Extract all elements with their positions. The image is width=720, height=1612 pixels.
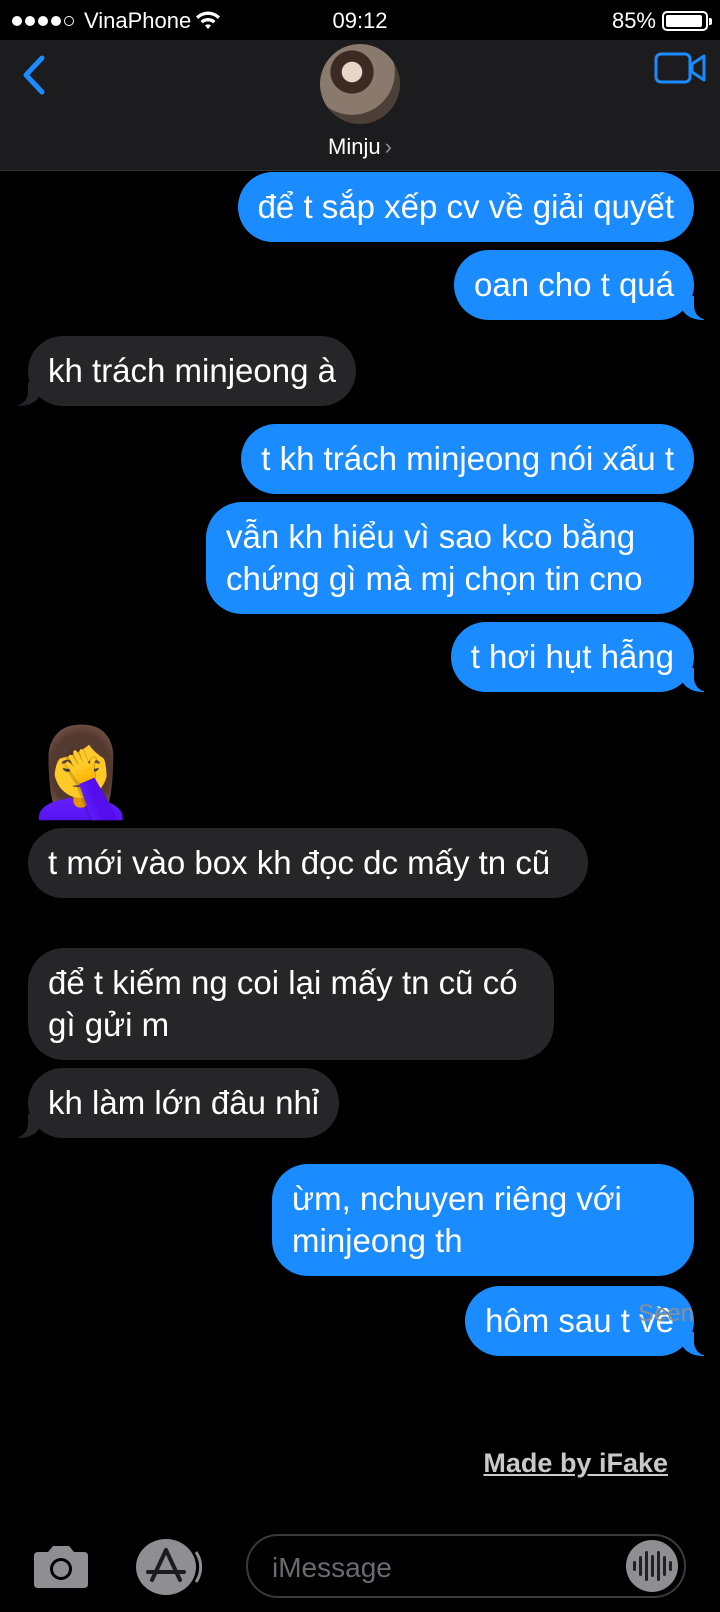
- conversation-header: Minju ›: [0, 40, 720, 171]
- app-store-icon[interactable]: [134, 1538, 202, 1596]
- message-bubble-incoming[interactable]: kh làm lớn đâu nhỉ: [5, 1068, 340, 1138]
- message-bubble-outgoing[interactable]: oan cho t quá: [454, 250, 716, 320]
- message-bubble-outgoing[interactable]: để t sắp xếp cv về giải quyết: [237, 172, 694, 242]
- facepalm-emoji-message[interactable]: 🤦‍♀️: [26, 722, 136, 822]
- contact-avatar[interactable]: [320, 44, 400, 124]
- message-text: ừm, nchuyen riêng với minjeong th: [292, 1180, 622, 1259]
- contact-name: Minju: [328, 134, 381, 159]
- message-text: vẫn kh hiểu vì sao kco bằng chứng gì mà …: [226, 518, 643, 597]
- message-text: oan cho t quá: [474, 266, 674, 303]
- message-bubble-outgoing[interactable]: t hơi hụt hẫng: [450, 622, 717, 692]
- message-text: t hơi hụt hẫng: [470, 638, 674, 675]
- watermark-link[interactable]: Made by iFake: [483, 1448, 668, 1479]
- message-text: kh trách minjeong à: [48, 352, 336, 389]
- camera-icon[interactable]: [30, 1542, 92, 1592]
- chevron-right-icon: ›: [384, 134, 392, 159]
- audio-record-icon[interactable]: [626, 1540, 678, 1592]
- message-text: để t sắp xếp cv về giải quyết: [257, 188, 674, 225]
- message-bubble-outgoing[interactable]: t kh trách minjeong nói xấu t: [241, 424, 694, 494]
- message-bubble-outgoing[interactable]: ừm, nchuyen riêng với minjeong th: [272, 1164, 694, 1276]
- message-input[interactable]: iMessage: [246, 1534, 686, 1598]
- message-bubble-incoming[interactable]: kh trách minjeong à: [6, 336, 356, 406]
- message-text: để t kiếm ng coi lại mấy tn cũ có gì gửi…: [48, 964, 518, 1043]
- message-bubble-outgoing[interactable]: vẫn kh hiểu vì sao kco bằng chứng gì mà …: [206, 502, 694, 614]
- battery-percent: 85%: [611, 8, 656, 33]
- message-bubble-incoming[interactable]: để t kiếm ng coi lại mấy tn cũ có gì gửi…: [28, 948, 554, 1060]
- contact-name-button[interactable]: Minju ›: [0, 134, 720, 160]
- status-bar: VinaPhone 09:12 85%: [0, 0, 720, 40]
- battery-status: 85%: [611, 8, 712, 34]
- seen-receipt: Seen: [637, 1300, 694, 1327]
- video-call-icon[interactable]: [654, 48, 706, 88]
- composer-bar: iMessage: [0, 1520, 720, 1612]
- message-text: t mới vào box kh đọc dc mấy tn cũ: [48, 844, 551, 881]
- message-text: kh làm lớn đâu nhỉ: [48, 1084, 320, 1121]
- back-chevron-icon[interactable]: [14, 50, 54, 100]
- battery-icon: [662, 11, 712, 31]
- message-input-placeholder: iMessage: [272, 1552, 392, 1583]
- message-bubble-incoming[interactable]: t mới vào box kh đọc dc mấy tn cũ: [28, 828, 588, 898]
- message-text: t kh trách minjeong nói xấu t: [261, 440, 674, 477]
